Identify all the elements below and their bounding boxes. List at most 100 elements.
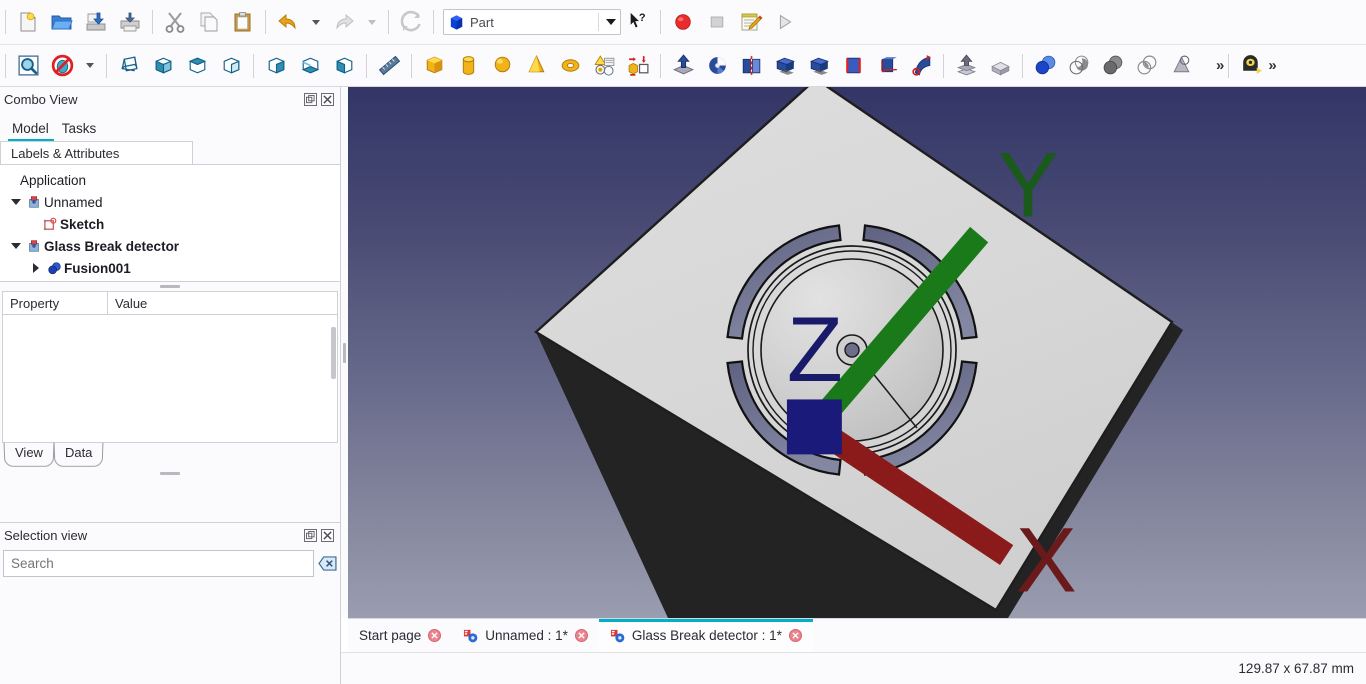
search-input[interactable] bbox=[3, 550, 314, 577]
cut-button[interactable] bbox=[158, 5, 192, 39]
open-document-button[interactable] bbox=[45, 5, 79, 39]
property-table-body[interactable] bbox=[3, 315, 337, 442]
labels-attributes-header[interactable]: Labels & Attributes bbox=[0, 141, 193, 164]
tree-property-splitter[interactable] bbox=[0, 282, 340, 291]
tab-tasks[interactable]: Tasks bbox=[58, 121, 106, 141]
front-view-button[interactable] bbox=[146, 49, 180, 83]
tree-item-unnamed[interactable]: Unnamed bbox=[0, 191, 340, 213]
close-tab-button[interactable] bbox=[575, 629, 588, 642]
copy-button[interactable] bbox=[192, 5, 226, 39]
revolve-button[interactable] bbox=[700, 49, 734, 83]
sweep-button[interactable] bbox=[904, 49, 938, 83]
chevron-down-icon bbox=[11, 199, 21, 205]
chamfer-button[interactable] bbox=[802, 49, 836, 83]
workbench-selector[interactable]: Part bbox=[443, 9, 621, 35]
undo-button[interactable] bbox=[271, 5, 305, 39]
close-tab-button[interactable] bbox=[789, 629, 802, 642]
shape-builder-button[interactable] bbox=[621, 49, 655, 83]
model-tree[interactable]: Application Unnamed bbox=[0, 165, 340, 282]
redo-dropdown-button[interactable] bbox=[361, 5, 383, 39]
scissors-icon bbox=[163, 10, 187, 34]
fit-all-button[interactable] bbox=[11, 49, 45, 83]
tape-measure-icon bbox=[1239, 53, 1264, 78]
selection-view-close-button[interactable] bbox=[321, 529, 334, 542]
toolbar-overflow-button-2[interactable]: » bbox=[1268, 57, 1275, 74]
intersect-shape-button[interactable] bbox=[1130, 49, 1164, 83]
print-button[interactable] bbox=[113, 5, 147, 39]
cone-primitive-button[interactable] bbox=[519, 49, 553, 83]
document-tab-glass-break-detector[interactable]: Glass Break detector : 1* bbox=[599, 619, 813, 652]
tree-item-sketch[interactable]: Sketch bbox=[0, 213, 340, 235]
whats-this-button[interactable]: ? bbox=[621, 5, 655, 39]
loft-button[interactable] bbox=[870, 49, 904, 83]
bottom-view-button[interactable] bbox=[293, 49, 327, 83]
join-connect-button[interactable] bbox=[1164, 49, 1198, 83]
property-scrollbar[interactable] bbox=[331, 327, 336, 379]
macro-record-button[interactable] bbox=[666, 5, 700, 39]
combo-view-close-button[interactable] bbox=[321, 93, 334, 106]
tree-expand-arrow[interactable] bbox=[8, 199, 24, 205]
fillet-button[interactable] bbox=[768, 49, 802, 83]
chevron-right-icon bbox=[33, 263, 39, 273]
tree-item-glass-break-detector[interactable]: Glass Break detector bbox=[0, 235, 340, 257]
workbench-dropdown-arrow[interactable] bbox=[598, 13, 616, 31]
close-tab-button[interactable] bbox=[428, 629, 441, 642]
redo-button[interactable] bbox=[327, 5, 361, 39]
boolean-button[interactable] bbox=[1028, 49, 1062, 83]
box-primitive-button[interactable] bbox=[417, 49, 451, 83]
draw-style-dropdown-button[interactable] bbox=[79, 49, 101, 83]
tree-expand-arrow[interactable] bbox=[28, 263, 44, 273]
cylinder-primitive-button[interactable] bbox=[451, 49, 485, 83]
left-view-button[interactable] bbox=[327, 49, 361, 83]
section-button[interactable] bbox=[949, 49, 983, 83]
measure-button[interactable] bbox=[372, 49, 406, 83]
measure-linear-button[interactable] bbox=[1234, 49, 1268, 83]
selection-view-float-button[interactable] bbox=[304, 529, 317, 542]
tree-item-fusion001[interactable]: Fusion001 bbox=[0, 257, 340, 279]
document-tab-unnamed[interactable]: Unnamed : 1* bbox=[452, 619, 599, 652]
property-column-header: Property bbox=[3, 292, 108, 314]
paste-button[interactable] bbox=[226, 5, 260, 39]
right-view-button[interactable] bbox=[214, 49, 248, 83]
document-tab-start-page[interactable]: Start page bbox=[348, 619, 452, 652]
macro-execute-button[interactable] bbox=[768, 5, 802, 39]
cross-sections-button[interactable] bbox=[983, 49, 1017, 83]
float-window-icon bbox=[306, 531, 315, 540]
top-view-button[interactable] bbox=[180, 49, 214, 83]
panel-splitter[interactable] bbox=[0, 469, 340, 478]
notepad-pencil-icon bbox=[739, 10, 763, 34]
ruled-surface-button[interactable] bbox=[836, 49, 870, 83]
status-dimensions: 129.87 x 67.87 mm bbox=[1238, 661, 1354, 676]
isometric-view-button[interactable] bbox=[112, 49, 146, 83]
cube-left-icon bbox=[332, 53, 357, 78]
tree-expand-arrow[interactable] bbox=[8, 243, 24, 249]
document-icon bbox=[24, 195, 44, 209]
refresh-button[interactable] bbox=[394, 5, 428, 39]
save-document-button[interactable] bbox=[79, 5, 113, 39]
selection-list[interactable] bbox=[0, 577, 340, 671]
extrude-button[interactable] bbox=[666, 49, 700, 83]
mirror-button[interactable] bbox=[734, 49, 768, 83]
search-clear-button[interactable] bbox=[317, 554, 337, 574]
tab-data[interactable]: Data bbox=[54, 443, 103, 467]
rear-view-button[interactable] bbox=[259, 49, 293, 83]
new-document-button[interactable] bbox=[11, 5, 45, 39]
undo-dropdown-button[interactable] bbox=[305, 5, 327, 39]
stop-square-icon bbox=[707, 12, 727, 32]
macro-stop-button[interactable] bbox=[700, 5, 734, 39]
draw-style-button[interactable] bbox=[45, 49, 79, 83]
macro-edit-button[interactable] bbox=[734, 5, 768, 39]
toolbar-overflow-button[interactable]: » bbox=[1216, 57, 1223, 74]
union-shape-button[interactable] bbox=[1096, 49, 1130, 83]
main-panel-splitter[interactable] bbox=[341, 87, 348, 618]
sphere-primitive-button[interactable] bbox=[485, 49, 519, 83]
tab-view[interactable]: View bbox=[4, 443, 54, 467]
combo-view-float-button[interactable] bbox=[304, 93, 317, 106]
tab-model[interactable]: Model bbox=[8, 121, 58, 141]
viewport-3d[interactable]: Y X Z bbox=[348, 87, 1366, 618]
torus-primitive-button[interactable] bbox=[553, 49, 587, 83]
axis-label-z: Z bbox=[787, 299, 843, 401]
create-primitives-button[interactable] bbox=[587, 49, 621, 83]
tree-item-application[interactable]: Application bbox=[0, 169, 340, 191]
cut-shape-button[interactable] bbox=[1062, 49, 1096, 83]
